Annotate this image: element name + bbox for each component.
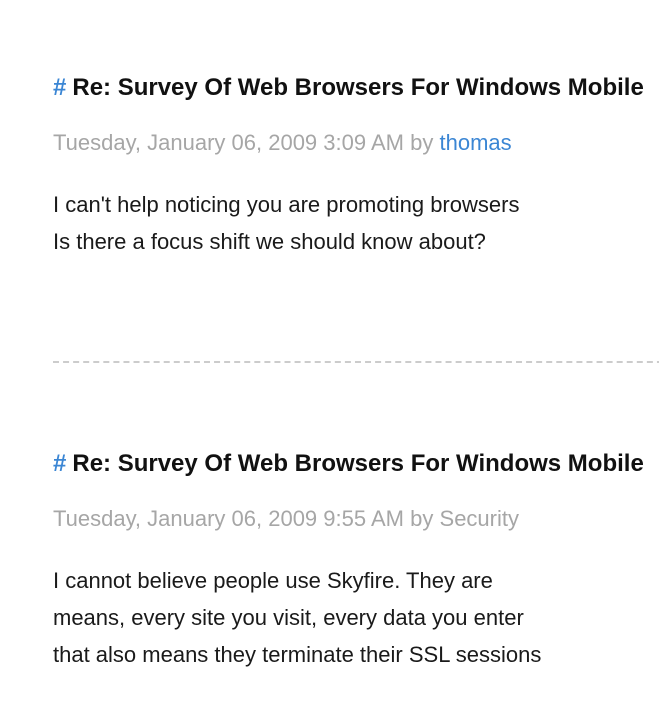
comment-body: I cannot believe people use Skyfire. The…	[53, 562, 659, 673]
comment-timestamp: Tuesday, January 06, 2009 3:09 AM	[53, 130, 405, 155]
comment-author: Security	[439, 506, 519, 531]
comment-by-label: by	[410, 130, 434, 155]
comment-body: I can't help noticing you are promoting …	[53, 186, 659, 260]
comment-title: # Re: Survey Of Web Browsers For Windows …	[53, 72, 659, 104]
comment: # Re: Survey Of Web Browsers For Windows …	[53, 72, 659, 260]
comment-author-link[interactable]: thomas	[440, 130, 512, 155]
comment: # Re: Survey Of Web Browsers For Windows …	[53, 448, 659, 673]
comment-body-line: that also means they terminate their SSL…	[53, 642, 542, 667]
comment-body-line: I cannot believe people use Skyfire. The…	[53, 568, 493, 593]
comment-title-text: Re: Survey Of Web Browsers For Windows M…	[72, 74, 644, 101]
comment-timestamp: Tuesday, January 06, 2009 9:55 AM	[53, 506, 405, 531]
comment-title-text: Re: Survey Of Web Browsers For Windows M…	[72, 450, 644, 477]
comment-meta: Tuesday, January 06, 2009 9:55 AM by Sec…	[53, 505, 659, 533]
comment-body-line: I can't help noticing you are promoting …	[53, 192, 520, 217]
comment-separator	[53, 361, 659, 363]
comment-title: # Re: Survey Of Web Browsers For Windows …	[53, 448, 659, 480]
comment-by-label: by	[410, 506, 434, 531]
comments-page: # Re: Survey Of Web Browsers For Windows …	[0, 0, 659, 709]
comment-permalink[interactable]: #	[53, 74, 66, 101]
comment-body-line: means, every site you visit, every data …	[53, 605, 524, 630]
comment-permalink[interactable]: #	[53, 450, 66, 477]
comment-meta: Tuesday, January 06, 2009 3:09 AM by tho…	[53, 129, 659, 157]
comment-body-line: Is there a focus shift we should know ab…	[53, 229, 486, 254]
